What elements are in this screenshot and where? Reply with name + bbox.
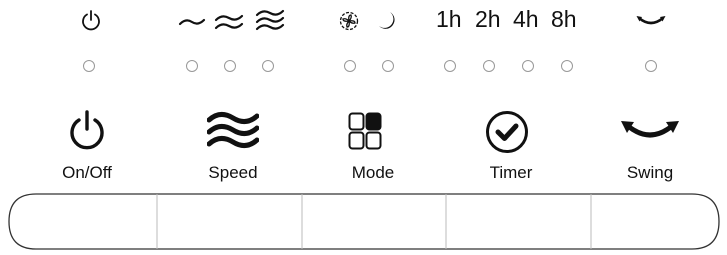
timer-label-8h: 8h <box>551 6 577 32</box>
led-mode-fan <box>344 60 356 72</box>
speed-low-icon <box>178 10 206 34</box>
sleep-moon-icon <box>374 8 398 34</box>
led-timer-8h <box>561 60 573 72</box>
speed-high-icon <box>255 8 285 34</box>
led-speed-high <box>262 60 274 72</box>
timer-label-2h: 2h <box>475 6 501 32</box>
timer-label-4h: 4h <box>513 6 539 32</box>
led-timer-4h <box>522 60 534 72</box>
speed-mid-icon <box>214 10 244 34</box>
on-off-button[interactable] <box>10 196 156 248</box>
swing-button[interactable] <box>592 196 718 248</box>
led-speed-mid <box>224 60 236 72</box>
power-icon[interactable] <box>64 106 110 156</box>
led-speed-low <box>186 60 198 72</box>
led-mode-sleep <box>382 60 394 72</box>
speed-button[interactable] <box>158 196 301 248</box>
led-power <box>83 60 95 72</box>
speed-waves-icon[interactable] <box>205 109 261 153</box>
timer-button[interactable] <box>447 196 590 248</box>
swing-arc-icon[interactable] <box>619 114 681 148</box>
timer-label: Timer <box>489 163 533 182</box>
fan-mode-icon <box>336 8 362 34</box>
mode-label: Mode <box>351 163 395 182</box>
mode-button[interactable] <box>303 196 446 248</box>
led-timer-2h <box>483 60 495 72</box>
timer-label-1h: 1h <box>436 6 462 32</box>
led-swing <box>645 60 657 72</box>
swing-indicator-icon <box>634 10 668 32</box>
speed-label: Speed <box>208 163 258 182</box>
mode-grid-icon[interactable] <box>346 109 384 153</box>
timer-check-icon[interactable] <box>483 108 531 156</box>
led-timer-1h <box>444 60 456 72</box>
on-off-label: On/Off <box>62 163 112 182</box>
swing-label: Swing <box>626 163 674 182</box>
power-indicator-icon <box>80 8 102 34</box>
